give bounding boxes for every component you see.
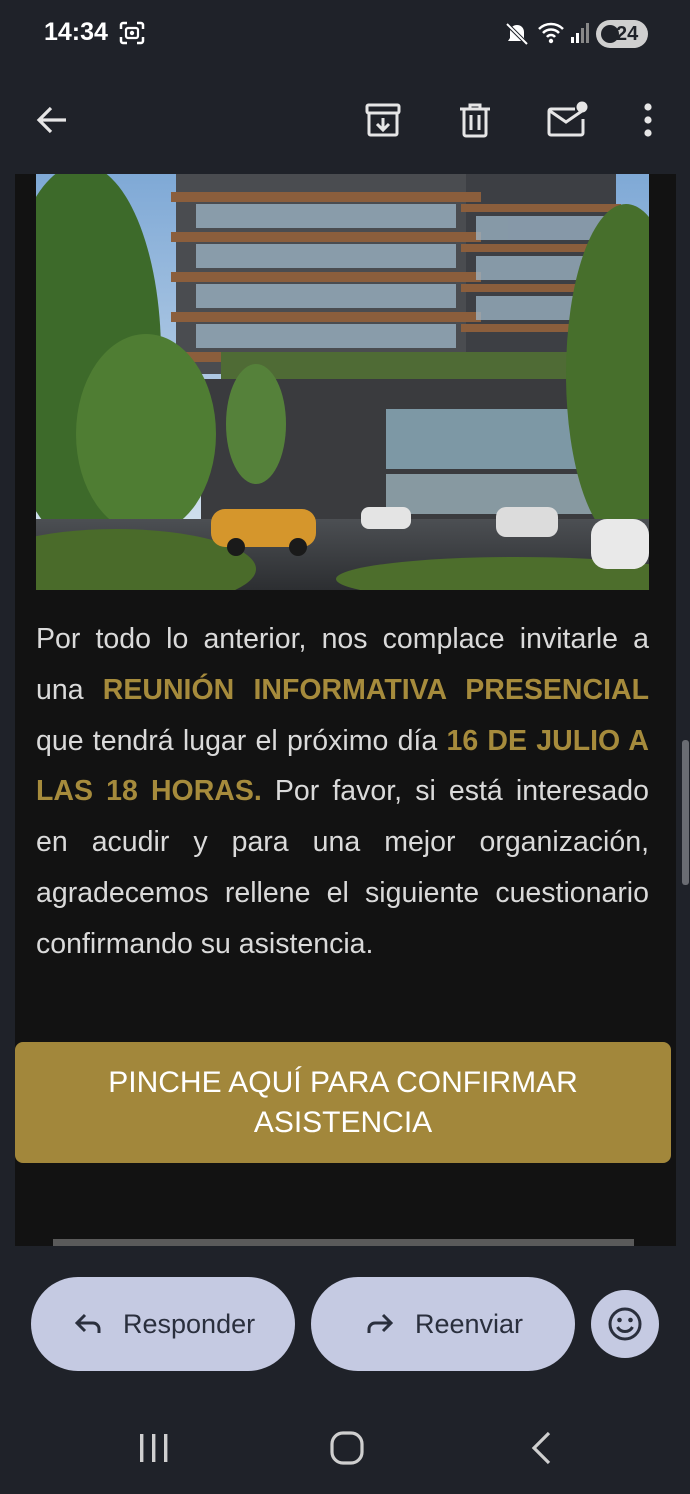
email-actions: Responder Reenviar	[0, 1246, 690, 1396]
reply-icon	[74, 1313, 101, 1333]
forward-label: Reenviar	[415, 1308, 524, 1339]
mute-icon	[505, 22, 529, 46]
screenshot-icon	[119, 21, 145, 45]
email-paragraph: Por todo lo anterior, nos complace invit…	[36, 614, 649, 970]
home-button[interactable]	[317, 1418, 377, 1478]
building-render-image	[36, 174, 649, 590]
smiley-icon	[608, 1307, 642, 1341]
system-nav-bar	[0, 1396, 690, 1494]
battery-level: 24	[616, 23, 639, 45]
reply-button[interactable]: Responder	[31, 1277, 295, 1371]
app-bar	[0, 70, 690, 174]
back-button[interactable]	[24, 92, 80, 148]
archive-icon	[365, 103, 401, 137]
trash-icon	[460, 103, 490, 138]
home-icon	[330, 1431, 364, 1465]
delete-button[interactable]	[447, 92, 503, 148]
wifi-icon	[538, 22, 564, 44]
chevron-left-icon	[531, 1431, 551, 1465]
signal-icon	[571, 23, 589, 43]
recents-icon	[140, 1434, 168, 1462]
system-back-button[interactable]	[511, 1418, 571, 1478]
forward-button[interactable]: Reenviar	[311, 1277, 575, 1371]
mark-unread-button[interactable]	[539, 92, 595, 148]
vertical-scrollbar[interactable]	[682, 740, 689, 885]
archive-button[interactable]	[355, 92, 411, 148]
paragraph-text-2: que tendrá lugar el próximo día	[36, 724, 447, 757]
horizontal-scrollbar[interactable]	[53, 1239, 634, 1246]
reply-label: Responder	[123, 1308, 256, 1339]
back-arrow-icon	[36, 106, 66, 134]
highlight-meeting-title: REUNIÓN INFORMATIVA PRESENCIAL	[102, 673, 649, 706]
more-options-button[interactable]	[620, 92, 676, 148]
battery-icon: 24	[596, 20, 648, 48]
forward-icon	[367, 1313, 394, 1333]
recents-button[interactable]	[124, 1418, 184, 1478]
more-vert-icon	[644, 103, 652, 137]
mark-unread-icon	[547, 101, 588, 137]
email-body: Por todo lo anterior, nos complace invit…	[15, 174, 676, 1246]
status-time: 14:34	[44, 18, 108, 46]
confirm-attendance-button[interactable]: PINCHE AQUÍ PARA CONFIRMAR ASISTENCIA	[15, 1042, 671, 1163]
status-bar: 14:34 24	[0, 0, 690, 70]
emoji-reaction-button[interactable]	[591, 1290, 659, 1358]
